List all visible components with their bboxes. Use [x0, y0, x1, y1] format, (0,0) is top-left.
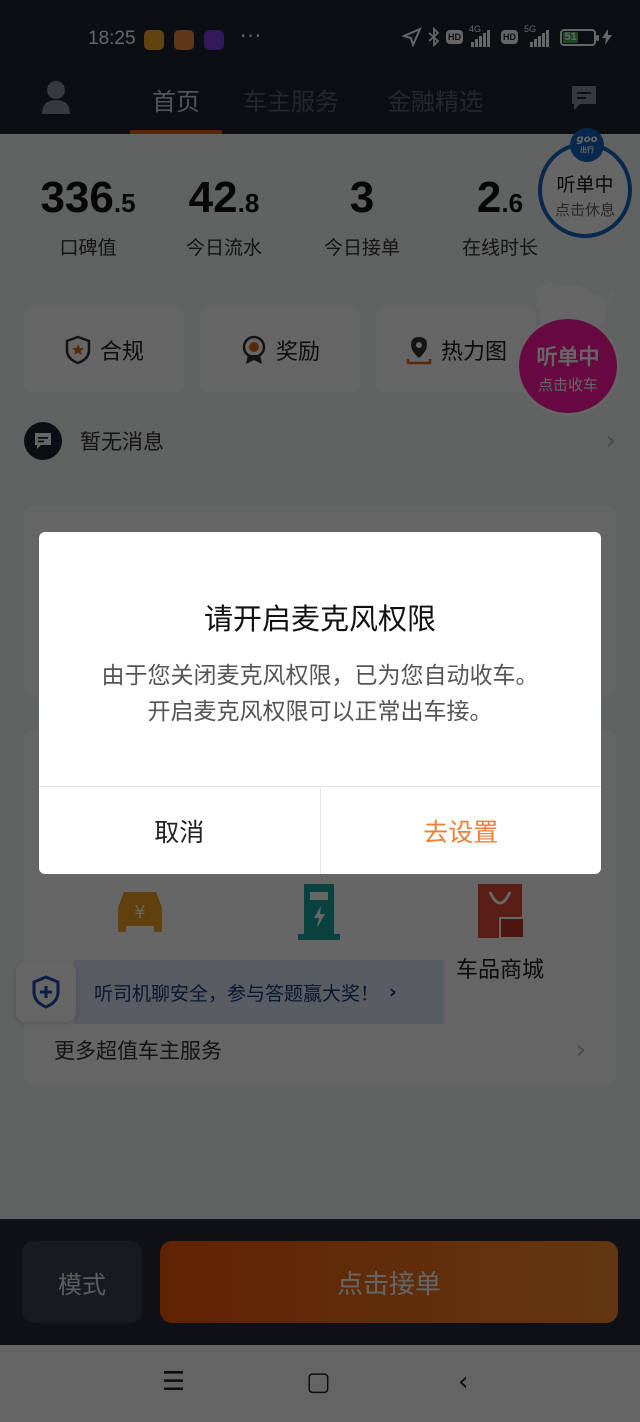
- mic-permission-dialog: 请开启麦克风权限 由于您关闭麦克风权限，已为您自动收车。开启麦克风权限可以正常出…: [39, 532, 601, 874]
- dialog-message: 由于您关闭麦克风权限，已为您自动收车。开启麦克风权限可以正常出车接。: [101, 663, 539, 725]
- dialog-title: 请开启麦克风权限: [203, 602, 436, 636]
- dialog-actions: 取消 去设置: [39, 786, 601, 874]
- go-to-settings-button[interactable]: 去设置: [321, 787, 602, 874]
- cancel-button[interactable]: 取消: [39, 787, 321, 874]
